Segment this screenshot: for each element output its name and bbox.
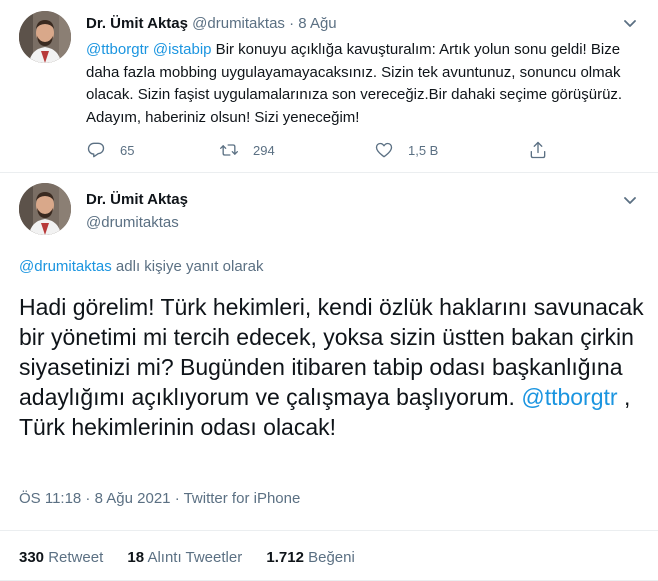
quotes-label: Alıntı Tweetler <box>147 549 243 566</box>
retweet-button[interactable]: 294 <box>219 138 275 162</box>
meta-separator: · <box>81 490 95 507</box>
retweets-count: 330 <box>19 549 45 566</box>
reply-button[interactable]: 65 <box>86 138 134 162</box>
avatar-image <box>19 183 71 235</box>
divider <box>0 530 658 531</box>
reply-icon <box>87 142 105 158</box>
chevron-down-icon[interactable] <box>621 191 639 209</box>
tweet-full-date[interactable]: 8 Ağu 2021 <box>95 490 171 507</box>
tweet-date[interactable]: 8 Ağu <box>298 15 336 32</box>
quotes-stat[interactable]: 18 Alıntı Tweetler <box>127 549 242 566</box>
author-name[interactable]: Dr. Ümit Aktaş <box>86 191 188 208</box>
author-handle[interactable]: @drumitaktas <box>86 214 179 231</box>
tweet-text: @ttborgtr @istabip Bir konuyu açıklığa k… <box>86 39 646 129</box>
avatar[interactable] <box>19 183 71 235</box>
parent-tweet[interactable]: Dr. Ümit Aktaş @drumitaktas · 8 Ağu @ttb… <box>0 0 658 172</box>
tweet-header: Dr. Ümit Aktaş @drumitaktas · 8 Ağu <box>86 15 337 32</box>
retweet-icon <box>220 144 238 156</box>
author-handle[interactable]: @drumitaktas <box>192 15 285 32</box>
tweet-stats: 330 Retweet 18 Alıntı Tweetler 1.712 Beğ… <box>19 549 375 566</box>
retweets-stat[interactable]: 330 Retweet <box>19 549 103 566</box>
share-icon <box>530 141 546 159</box>
tweet-actions: 65 294 1,5 B <box>86 138 566 162</box>
reply-to-label: adlı kişiye yanıt olarak <box>111 258 264 275</box>
author-name[interactable]: Dr. Ümit Aktaş <box>86 15 188 32</box>
reply-to-link[interactable]: @drumitaktas <box>19 258 112 275</box>
likes-label: Beğeni <box>308 549 355 566</box>
retweets-label: Retweet <box>48 549 104 566</box>
reply-count: 65 <box>120 142 135 158</box>
tweet-source[interactable]: Twitter for iPhone <box>184 490 301 507</box>
mention-link[interactable]: @ttborgtr <box>86 41 149 58</box>
reply-context: @drumitaktas adlı kişiye yanıt olarak <box>19 258 264 275</box>
mention-link[interactable]: @ttborgtr <box>521 384 617 410</box>
like-button[interactable]: 1,5 B <box>374 138 438 162</box>
likes-stat[interactable]: 1.712 Beğeni <box>266 549 354 566</box>
tweet-meta: ÖS 11:18 · 8 Ağu 2021 · Twitter for iPho… <box>19 490 300 507</box>
avatar-image <box>19 11 71 63</box>
quotes-count: 18 <box>127 549 145 566</box>
divider <box>0 172 658 173</box>
header-separator: · <box>289 15 295 32</box>
likes-count: 1.712 <box>266 549 304 566</box>
tweet-text: Hadi görelim! Türk hekimleri, kendi özlü… <box>19 292 644 442</box>
avatar[interactable] <box>19 11 71 63</box>
meta-separator: · <box>170 490 184 507</box>
retweet-count: 294 <box>253 142 275 158</box>
heart-icon <box>375 142 393 158</box>
like-count: 1,5 B <box>408 142 439 158</box>
mention-link[interactable]: @istabip <box>153 41 212 58</box>
chevron-down-icon[interactable] <box>621 14 639 32</box>
share-button[interactable] <box>528 138 548 162</box>
tweet-time[interactable]: ÖS 11:18 <box>19 490 81 507</box>
